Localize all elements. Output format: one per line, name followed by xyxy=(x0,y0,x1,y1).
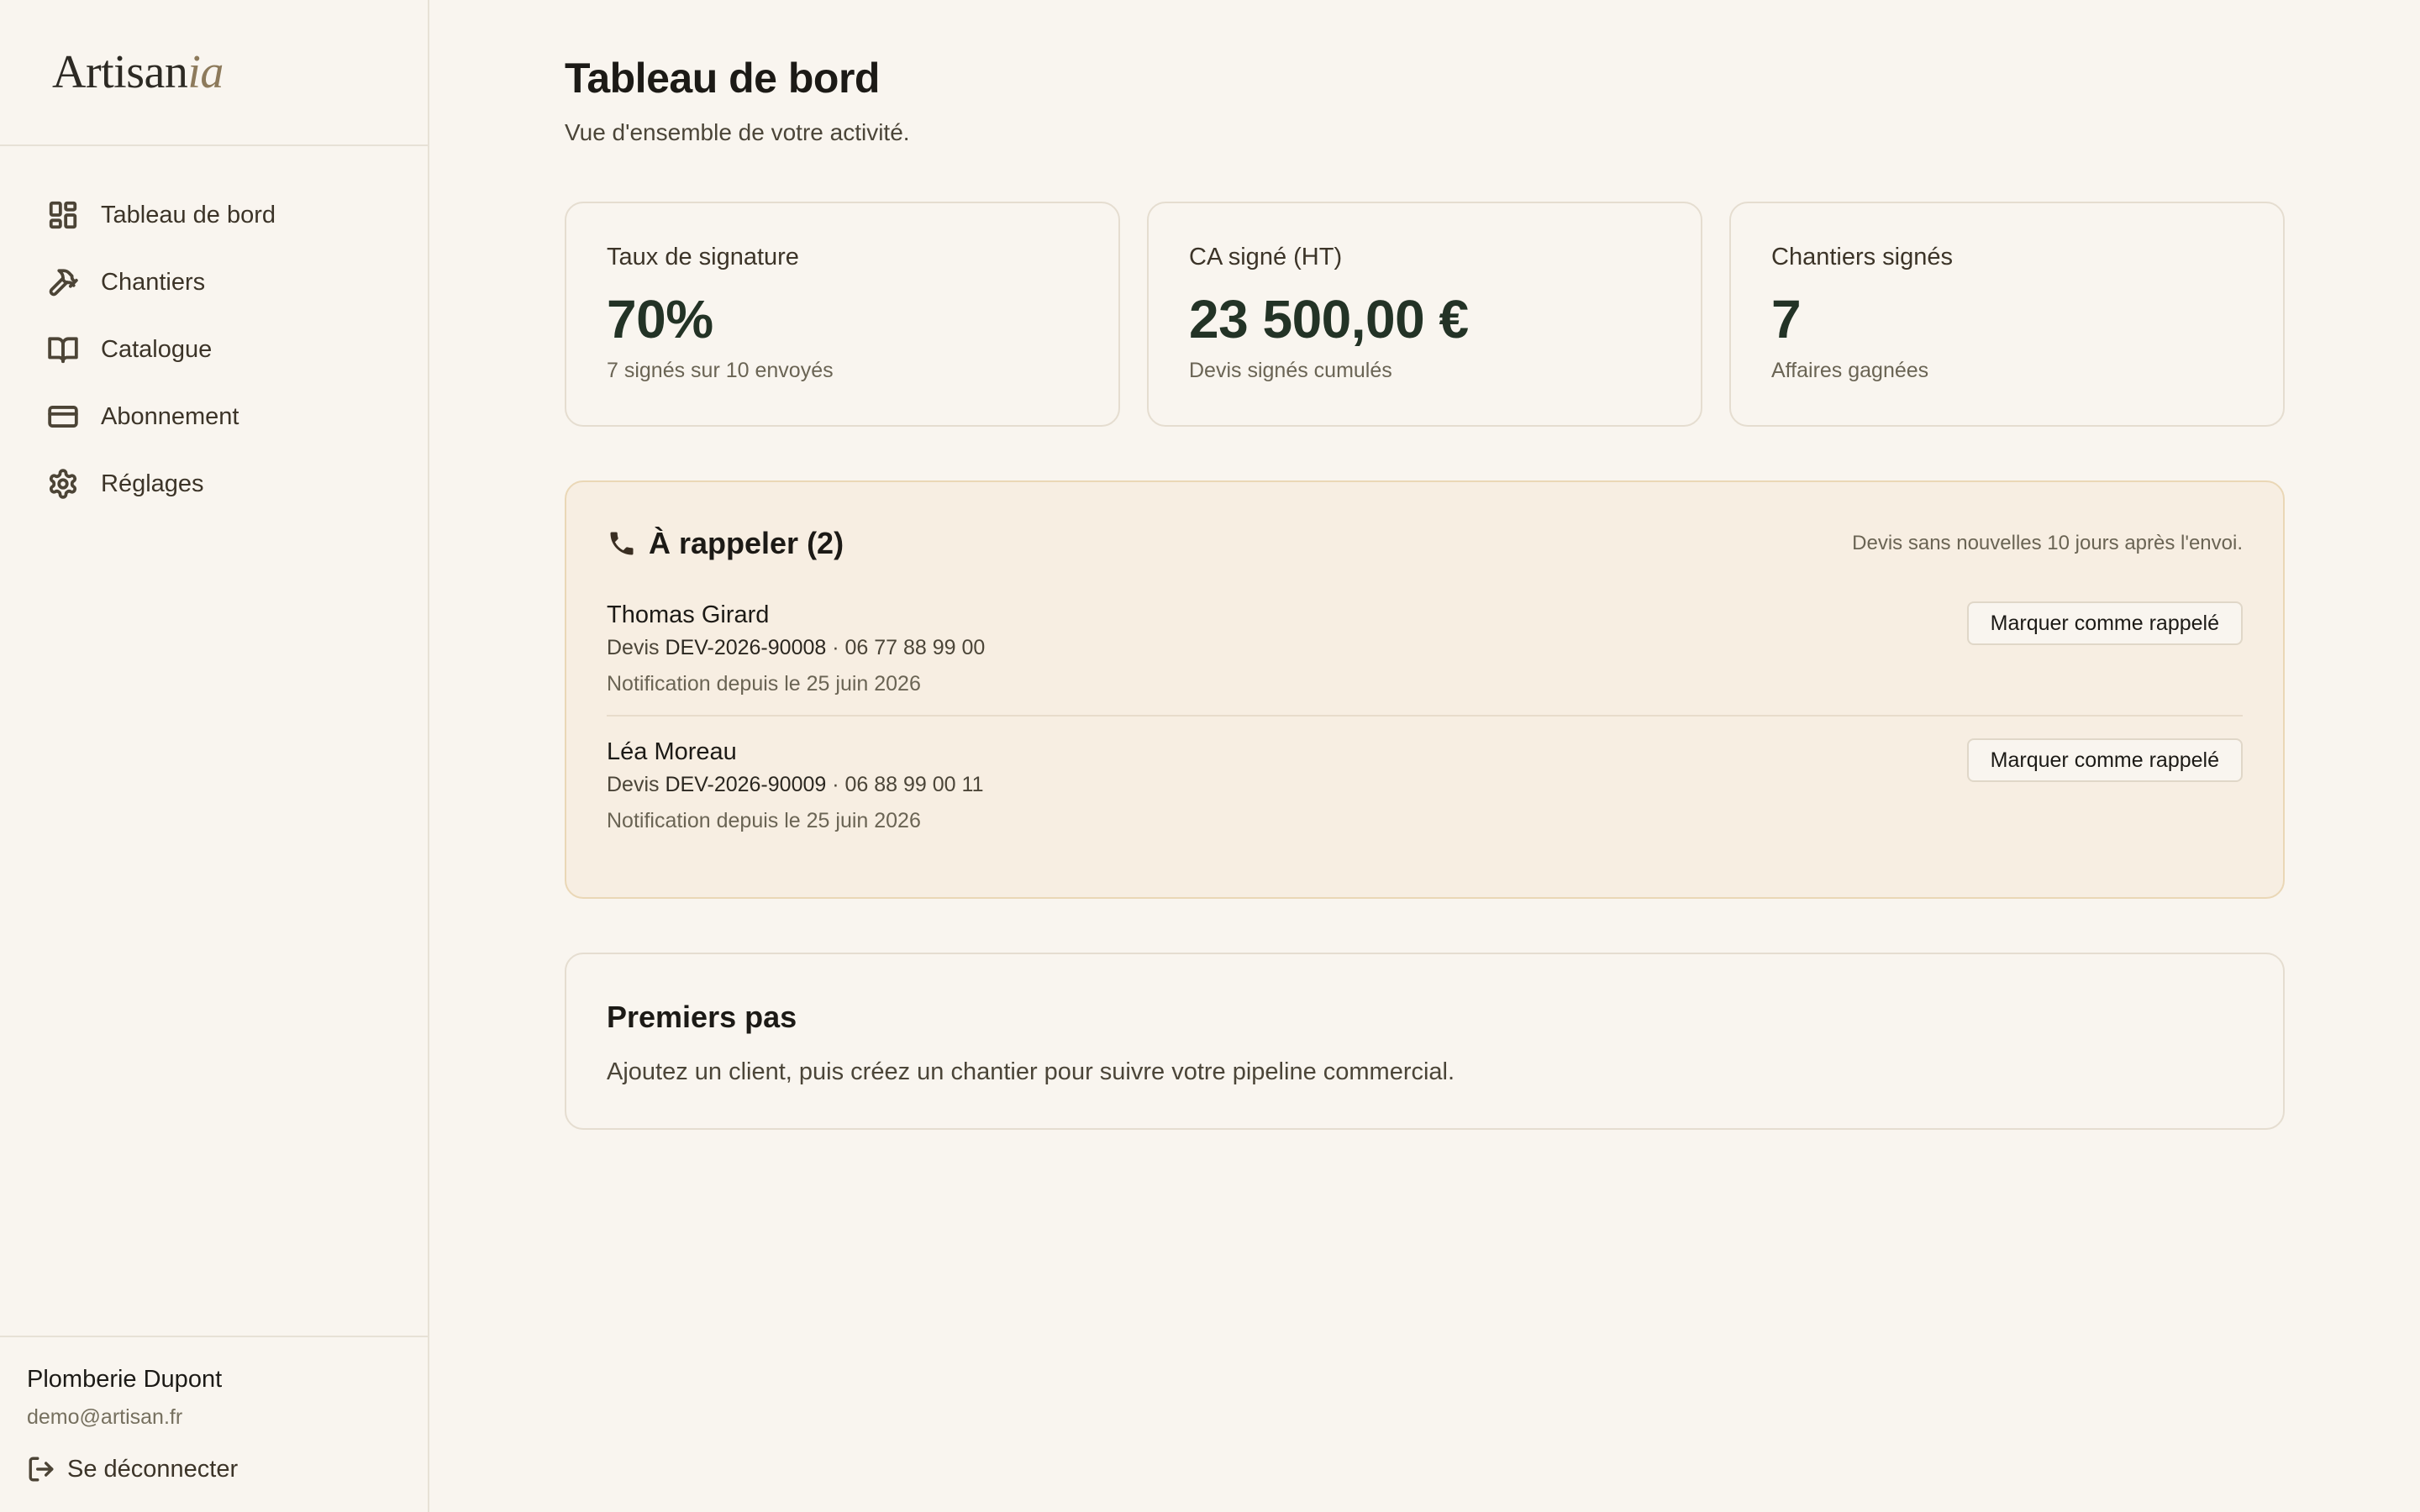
sidebar-item-catalogue[interactable]: Catalogue xyxy=(0,316,428,383)
client-name: Léa Moreau xyxy=(607,738,737,765)
stat-label: CA signé (HT) xyxy=(1189,244,1343,270)
callback-panel: À rappeler (2) Devis sans nouvelles 10 j… xyxy=(565,480,2285,899)
stat-subtext: 7 signés sur 10 envoyés xyxy=(607,359,834,382)
quote-reference: DEV-2026-90008 xyxy=(665,636,827,659)
gear-icon xyxy=(47,468,79,500)
quote-prefix: Devis xyxy=(607,636,660,659)
stat-label: Taux de signature xyxy=(607,244,799,270)
quote-reference: DEV-2026-90009 xyxy=(665,773,827,796)
notification-date: Notification depuis le 25 juin 2026 xyxy=(607,809,921,832)
sidebar-item-chantiers[interactable]: Chantiers xyxy=(0,249,428,316)
logout-button[interactable]: Se déconnecter xyxy=(27,1455,428,1483)
dashboard-icon xyxy=(47,199,79,231)
sidebar-item-label: Chantiers xyxy=(101,268,206,296)
credit-card-icon xyxy=(47,401,79,433)
hammer-icon xyxy=(47,266,79,298)
stat-card-signed-projects: Chantiers signés 7 Affaires gagnées xyxy=(1729,202,2285,427)
callback-info: Léa Moreau Devis DEV-2026-90009 · 06 88 … xyxy=(607,738,983,833)
list-item: Léa Moreau Devis DEV-2026-90009 · 06 88 … xyxy=(607,715,2243,852)
brand-name-main: Artisan xyxy=(52,46,188,98)
getting-started-text: Ajoutez un client, puis créez un chantie… xyxy=(607,1058,1455,1085)
stats-row: Taux de signature 70% 7 signés sur 10 en… xyxy=(565,202,2285,427)
sidebar-item-label: Abonnement xyxy=(101,402,239,430)
notification-date: Notification depuis le 25 juin 2026 xyxy=(607,672,921,696)
phone-icon xyxy=(610,532,634,555)
logout-icon xyxy=(29,1457,54,1482)
getting-started-title: Premiers pas xyxy=(607,1000,797,1034)
stat-value: 7 xyxy=(1771,289,1802,349)
sidebar-item-dashboard[interactable]: Tableau de bord xyxy=(0,181,428,249)
sidebar-nav: Tableau de bord Chantiers Catalogue Abon… xyxy=(0,146,428,517)
stat-value: 23 500,00 € xyxy=(1189,289,1469,349)
logout-label: Se déconnecter xyxy=(67,1455,239,1483)
callback-title: À rappeler (2) xyxy=(607,526,844,561)
brand-name-accent: ia xyxy=(187,46,224,98)
callback-title-text: À rappeler (2) xyxy=(649,526,844,560)
app-root: Artisan ia Tableau de bord Chantiers Cata… xyxy=(0,0,2420,1512)
stat-subtext: Affaires gagnées xyxy=(1771,359,1929,382)
callback-header: À rappeler (2) Devis sans nouvelles 10 j… xyxy=(607,526,2243,561)
quote-detail: Devis DEV-2026-90008 · 06 77 88 99 00 xyxy=(607,636,985,660)
callback-info: Thomas Girard Devis DEV-2026-90008 · 06 … xyxy=(607,601,985,696)
company-name: Plomberie Dupont xyxy=(27,1366,223,1393)
sidebar-item-label: Tableau de bord xyxy=(101,201,276,228)
stat-label: Chantiers signés xyxy=(1771,244,1953,270)
stat-card-revenue: CA signé (HT) 23 500,00 € Devis signés c… xyxy=(1147,202,1702,427)
page-subtitle: Vue d'ensemble de votre activité. xyxy=(565,119,910,145)
quote-prefix: Devis xyxy=(607,773,660,796)
sidebar-item-label: Réglages xyxy=(101,470,204,497)
list-item: Thomas Girard Devis DEV-2026-90008 · 06 … xyxy=(607,601,2243,715)
mark-called-button[interactable]: Marquer comme rappelé xyxy=(1966,601,2243,645)
sidebar-item-reglages[interactable]: Réglages xyxy=(0,450,428,517)
stat-subtext: Devis signés cumulés xyxy=(1189,359,1392,382)
stat-card-signature-rate: Taux de signature 70% 7 signés sur 10 en… xyxy=(565,202,1120,427)
book-icon xyxy=(47,333,79,365)
stat-value: 70% xyxy=(607,289,713,349)
sidebar-footer: Plomberie Dupont demo@artisan.fr Se déco… xyxy=(0,1336,428,1512)
quote-detail: Devis DEV-2026-90009 · 06 88 99 00 11 xyxy=(607,773,983,797)
page-title: Tableau de bord xyxy=(565,55,880,102)
client-phone: · 06 77 88 99 00 xyxy=(832,636,986,659)
client-name: Thomas Girard xyxy=(607,601,770,628)
main-content: Tableau de bord Vue d'ensemble de votre … xyxy=(429,0,2420,1512)
user-email: demo@artisan.fr xyxy=(27,1405,183,1429)
getting-started-card: Premiers pas Ajoutez un client, puis cré… xyxy=(565,953,2285,1130)
brand-logo[interactable]: Artisan ia xyxy=(0,0,428,146)
callback-note: Devis sans nouvelles 10 jours après l'en… xyxy=(1852,532,2243,554)
sidebar-item-abonnement[interactable]: Abonnement xyxy=(0,383,428,450)
callback-list: Thomas Girard Devis DEV-2026-90008 · 06 … xyxy=(607,601,2243,852)
sidebar: Artisan ia Tableau de bord Chantiers Cata… xyxy=(0,0,429,1512)
sidebar-item-label: Catalogue xyxy=(101,335,213,363)
mark-called-button[interactable]: Marquer comme rappelé xyxy=(1966,738,2243,782)
client-phone: · 06 88 99 00 11 xyxy=(832,773,984,796)
